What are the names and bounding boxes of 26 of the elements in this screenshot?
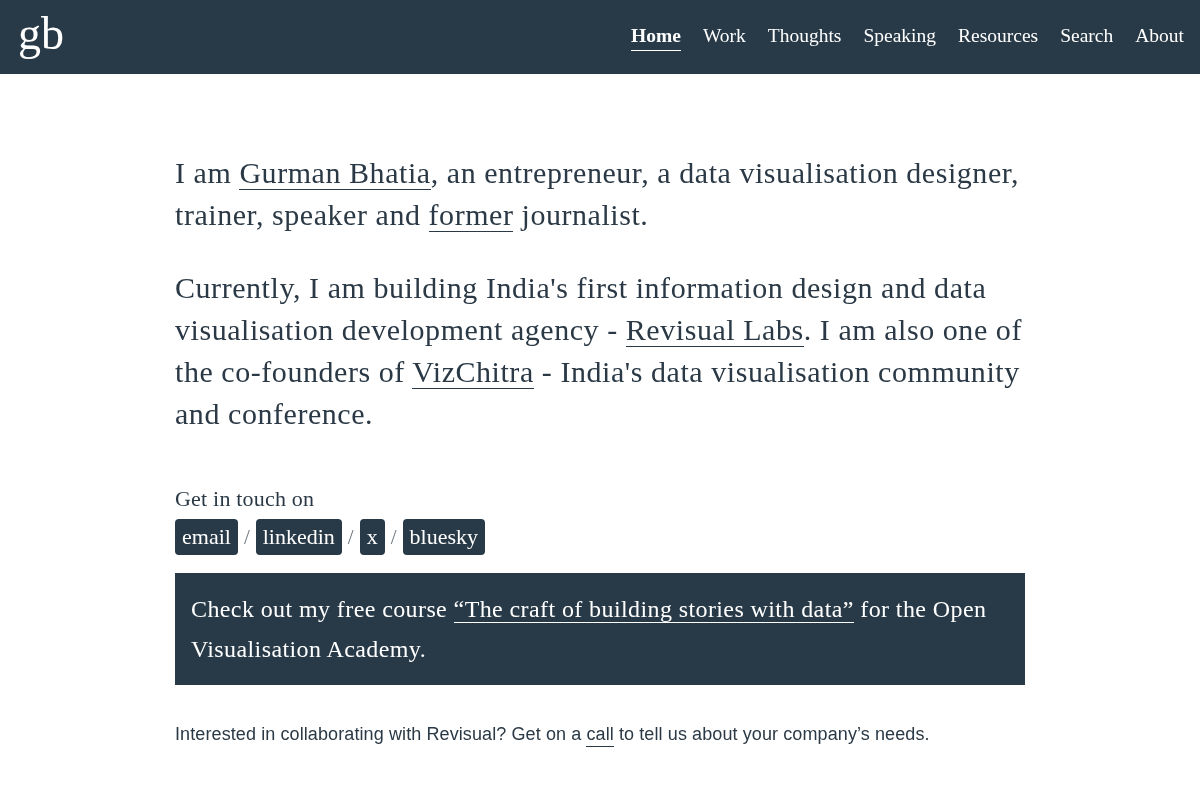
- contact-link-button[interactable]: bluesky: [402, 519, 485, 555]
- course-link[interactable]: “The craft of building stories with data”: [453, 596, 854, 623]
- nav-link[interactable]: Home: [631, 23, 681, 51]
- course-banner: Check out my free course “The craft of building stories with data” for the Open Visualisation Academy.: [175, 573, 1025, 685]
- call-link[interactable]: call: [586, 724, 614, 747]
- contact-link-button[interactable]: email: [175, 519, 238, 555]
- separator-text: /: [390, 524, 397, 550]
- intro-paragraph: I am Gurman Bhatia, an entrepreneur, a data visualisation designer, trainer, speaker and former journalist.: [175, 155, 1021, 234]
- contact-link-button[interactable]: linkedin: [255, 519, 342, 555]
- text-link[interactable]: Revisual Labs: [625, 313, 804, 347]
- text-link[interactable]: Gurman Bhatia: [239, 156, 431, 190]
- separator-text: /: [347, 524, 354, 550]
- text-link[interactable]: VizChitra: [412, 355, 534, 389]
- nav-link[interactable]: Work: [702, 23, 746, 51]
- text-link[interactable]: former: [428, 198, 514, 232]
- nav-link[interactable]: Speaking: [863, 23, 937, 51]
- nav-link[interactable]: Search: [1060, 23, 1114, 51]
- collaboration-note: Interested in collaborating with Revisual? Get on a call to tell us about your company’s needs.: [175, 722, 1025, 746]
- separator-text: /: [243, 524, 250, 550]
- contact-link-button[interactable]: x: [359, 519, 385, 555]
- nav-link[interactable]: Thoughts: [767, 23, 842, 51]
- nav-link[interactable]: About: [1135, 23, 1184, 51]
- contact-label: Get in touch on: [175, 485, 315, 513]
- nav-link[interactable]: Resources: [958, 23, 1039, 51]
- intro-paragraph: Currently, I am building India's first information design and data visualisation development agency - Revisual Labs. I am also one of the co-founders of VizChitra - India's data visualisation community and conference.: [175, 270, 1023, 432]
- site-logo[interactable]: gb: [18, 11, 64, 57]
